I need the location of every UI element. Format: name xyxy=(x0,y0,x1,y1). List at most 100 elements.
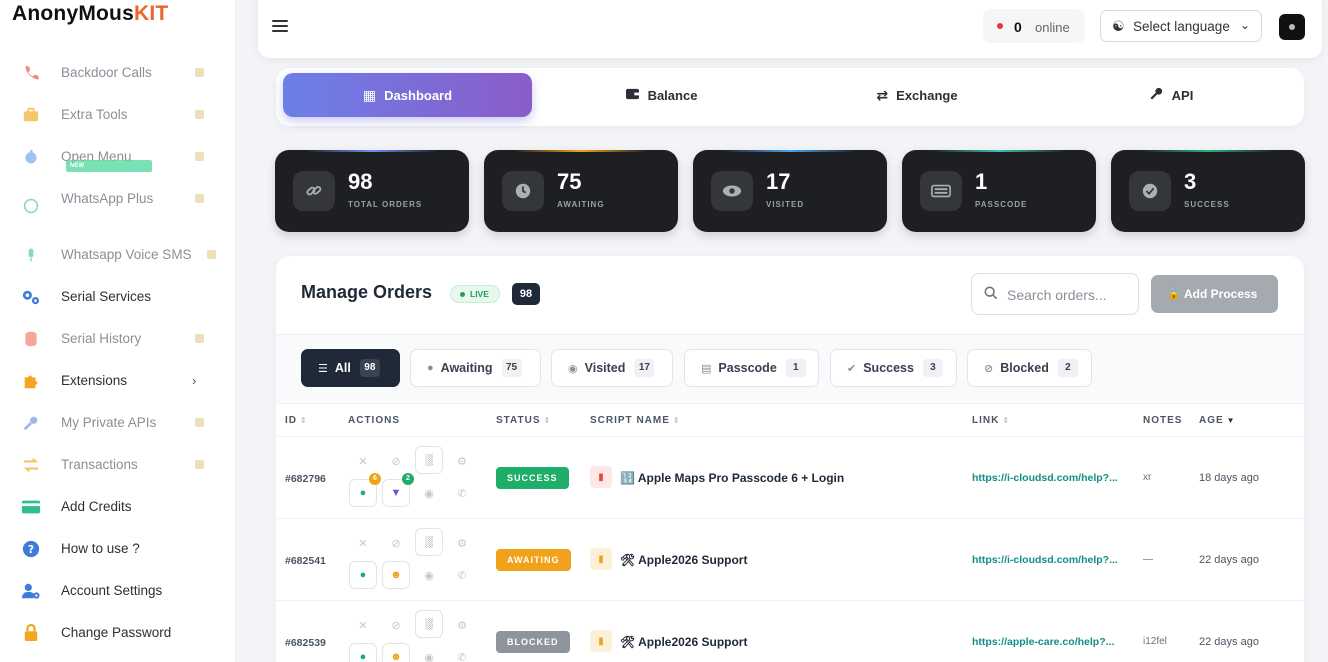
sidebar-item-whatsapp-voice-sms[interactable]: Whatsapp Voice SMS xyxy=(0,236,236,272)
language-label: Select language xyxy=(1133,19,1230,34)
sidebar-item-extensions[interactable]: Extensions › xyxy=(0,362,236,398)
language-select[interactable]: ☯ Select language ⌄ xyxy=(1100,10,1262,42)
location-pin-icon[interactable]: ● xyxy=(349,561,377,589)
stat-value: 75 xyxy=(557,169,582,194)
search-input[interactable]: Search orders... xyxy=(971,273,1139,315)
filter-success[interactable]: ✔ Success 3 xyxy=(830,349,957,387)
chat-icon[interactable]: ◉ xyxy=(415,561,443,589)
stat-label: AWAITING xyxy=(557,200,605,209)
status-badge: AWAITING xyxy=(496,549,571,571)
location-pin-icon[interactable]: ● xyxy=(349,643,377,662)
sidebar-item-whatsapp-plus[interactable]: WhatsApp Plus xyxy=(0,180,236,216)
order-notes: — xyxy=(1143,554,1153,565)
chart-icon[interactable]: ░ xyxy=(415,446,443,474)
sidebar-item-label: Extensions xyxy=(61,373,128,388)
sidebar-item-change-password[interactable]: Change Password xyxy=(0,614,236,650)
chart-icon[interactable]: ░ xyxy=(415,528,443,556)
card-accent-line xyxy=(932,150,1066,152)
filter-all[interactable]: ☰ All 98 xyxy=(301,349,400,387)
phone-icon xyxy=(20,62,42,84)
brand-logo[interactable]: AnonyMousKIT xyxy=(12,2,168,26)
sidebar-item-label: Change Password xyxy=(61,625,172,640)
order-age: 22 days ago xyxy=(1199,554,1259,566)
chart-icon[interactable]: ░ xyxy=(415,610,443,638)
sidebar-item-extra-tools[interactable]: Extra Tools xyxy=(0,96,236,132)
column-header-actions: ACTIONS xyxy=(348,415,400,426)
sidebar-item-how-to-use[interactable]: ? How to use ? xyxy=(0,530,236,566)
shield-icon[interactable]: ▼ 2 xyxy=(382,473,414,507)
ban-icon[interactable]: ⊘ xyxy=(382,529,410,557)
database-icon xyxy=(20,328,42,350)
lock-icon: 🔒 xyxy=(1167,288,1181,300)
sidebar-item-label: Backdoor Calls xyxy=(61,65,152,80)
tab-api[interactable]: API xyxy=(1086,73,1256,117)
close-icon[interactable]: ✕ xyxy=(349,529,377,557)
tab-balance[interactable]: Balance xyxy=(576,73,746,117)
column-header-script[interactable]: SCRIPT NAME ⇕ xyxy=(590,415,681,426)
sidebar-item-my-private-apis[interactable]: My Private APIs xyxy=(0,404,236,440)
order-age: 22 days ago xyxy=(1199,636,1259,648)
chat-icon[interactable]: ◉ xyxy=(415,643,443,662)
search-placeholder: Search orders... xyxy=(1007,287,1107,303)
panel-title: Manage Orders xyxy=(301,282,433,302)
users-icon[interactable]: ☻ xyxy=(382,561,410,589)
order-link[interactable]: https://i-cloudsd.com/help?... xyxy=(972,472,1118,484)
user-cog-icon xyxy=(20,580,42,602)
phone-icon[interactable]: ✆ xyxy=(448,561,476,589)
close-icon[interactable]: ✕ xyxy=(349,447,377,475)
order-link[interactable]: https://apple-care.co/help?... xyxy=(972,636,1114,648)
column-header-age[interactable]: AGE ▼ xyxy=(1199,415,1236,426)
orders-count-badge: 98 xyxy=(512,283,540,305)
sidebar-item-backdoor-calls[interactable]: Backdoor Calls xyxy=(0,54,236,90)
sidebar-item-account-settings[interactable]: Account Settings xyxy=(0,572,236,608)
add-process-button[interactable]: 🔒 Add Process xyxy=(1151,275,1278,313)
stat-value: 98 xyxy=(348,169,373,194)
order-link[interactable]: https://i-cloudsd.com/help?... xyxy=(972,554,1118,566)
tab-label: Dashboard xyxy=(384,87,453,103)
key-icon xyxy=(1149,86,1164,104)
column-header-id[interactable]: ID ⇕ xyxy=(285,415,308,426)
svg-text:?: ? xyxy=(28,543,34,556)
sidebar-item-serial-services[interactable]: Serial Services xyxy=(0,278,236,314)
users-icon[interactable]: ☻ xyxy=(382,643,410,662)
sidebar-item-transactions[interactable]: Transactions xyxy=(0,446,236,482)
tab-exchange[interactable]: ⇄ Exchange xyxy=(832,73,1002,117)
stat-card-passcode: 1 PASSCODE xyxy=(902,150,1096,232)
column-label: ACTIONS xyxy=(348,415,400,426)
column-header-status[interactable]: STATUS ⇕ xyxy=(496,415,551,426)
tab-dashboard[interactable]: ▦ Dashboard xyxy=(283,73,532,117)
phone-icon[interactable]: ✆ xyxy=(448,479,476,507)
avatar[interactable] xyxy=(1279,14,1305,40)
chat-icon[interactable]: ◉ xyxy=(415,479,443,507)
ban-icon[interactable]: ⊘ xyxy=(382,447,410,475)
filter-blocked[interactable]: ⊘ Blocked 2 xyxy=(967,349,1092,387)
filter-visited[interactable]: ◉ Visited 17 xyxy=(551,349,673,387)
ban-icon[interactable]: ⊘ xyxy=(382,611,410,639)
card-accent-line xyxy=(514,150,648,152)
stat-card-success: 3 SUCCESS xyxy=(1111,150,1305,232)
sidebar-item-add-credits[interactable]: Add Credits xyxy=(0,488,236,524)
filter-count: 2 xyxy=(1057,359,1078,377)
brand-name: AnonyMous xyxy=(12,2,134,25)
card-accent-line xyxy=(305,150,439,152)
status-dot-icon xyxy=(997,23,1003,29)
phone-icon[interactable]: ✆ xyxy=(448,643,476,662)
close-icon[interactable]: ✕ xyxy=(349,611,377,639)
gear-icon[interactable]: ⚙ xyxy=(448,529,476,557)
online-label: online xyxy=(1035,20,1070,35)
hamburger-menu-icon[interactable] xyxy=(272,20,288,32)
filter-label: Blocked xyxy=(1000,361,1049,375)
chevron-right-icon: › xyxy=(192,373,197,388)
sidebar-item-label: How to use ? xyxy=(61,541,140,556)
location-pin-icon[interactable]: ● 6 xyxy=(349,473,381,507)
link-icon xyxy=(293,171,335,211)
sidebar-item-serial-history[interactable]: Serial History xyxy=(0,320,236,356)
filter-passcode[interactable]: ▤ Passcode 1 xyxy=(684,349,819,387)
filter-awaiting[interactable]: ● Awaiting 75 xyxy=(410,349,541,387)
sort-icon: ⇕ xyxy=(1002,416,1011,425)
column-header-link[interactable]: LINK ⇕ xyxy=(972,415,1010,426)
gear-icon[interactable]: ⚙ xyxy=(448,447,476,475)
new-badge: NEW xyxy=(66,160,152,172)
gear-icon[interactable]: ⚙ xyxy=(448,611,476,639)
script-name: 🛠 Apple2026 Support xyxy=(620,635,748,649)
